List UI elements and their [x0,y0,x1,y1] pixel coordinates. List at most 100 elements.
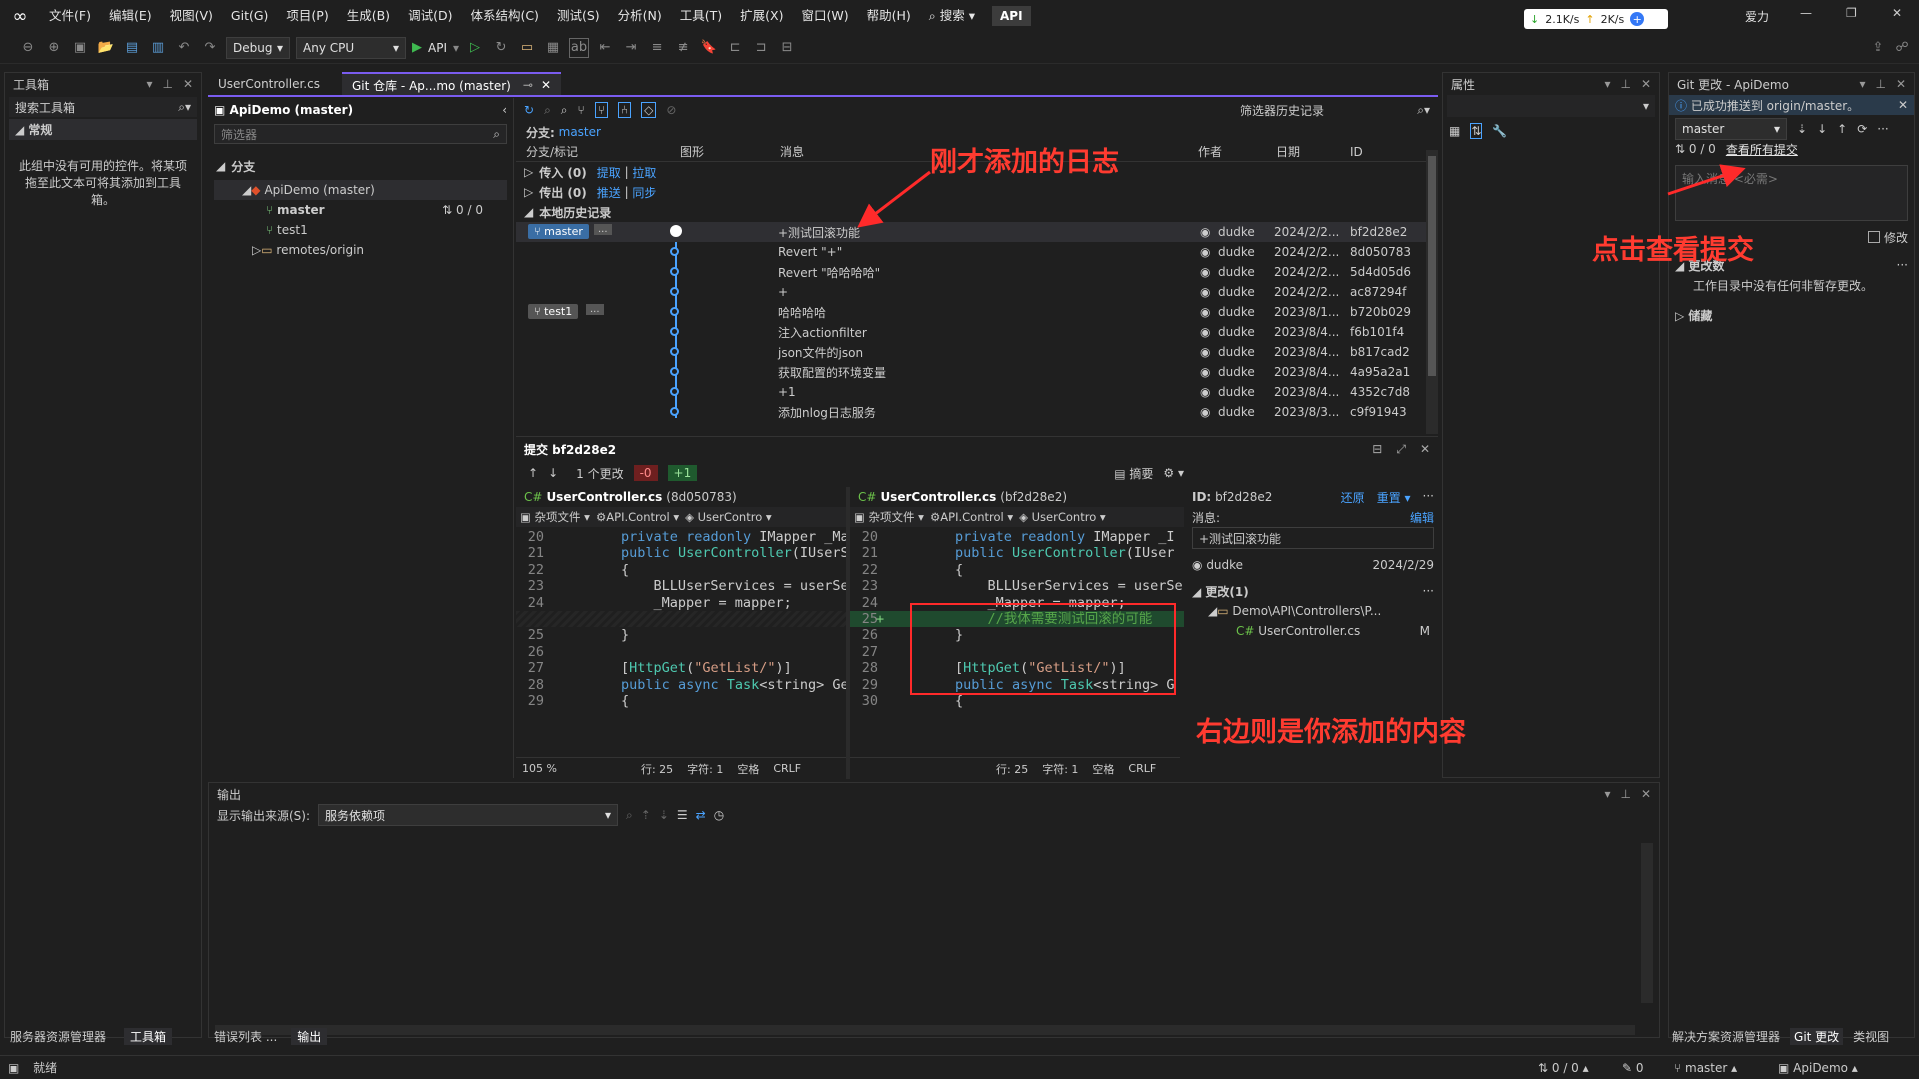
stash-section-header[interactable]: ▷ 储藏 [1669,305,1914,325]
repo-filter-input[interactable]: 筛选器 ⌕ [214,124,507,144]
edit-link[interactable]: 编辑 [1410,509,1434,526]
start-without-debug-icon[interactable]: ▷ [465,38,485,58]
menu-item[interactable]: 体系结构(C) [461,0,547,32]
zoom-level[interactable]: 105 % [522,762,557,775]
menu-item[interactable]: 调试(D) [399,0,461,32]
branch-test1[interactable]: ⑂ test1 [208,220,513,240]
commit-row[interactable]: +1 ◉ dudke 2023/8/4... 4352c7d8 [516,382,1438,402]
close-icon[interactable]: ✕ [1898,98,1908,112]
tab-class-view[interactable]: 类视图 [1849,1028,1893,1045]
more-icon[interactable]: ··· [1897,258,1908,272]
commit-row[interactable]: json文件的json ◉ dudke 2023/8/4... b817cad2 [516,342,1438,362]
summary-button[interactable]: ▤ 摘要 [1114,465,1153,482]
plus-icon[interactable]: + [1630,12,1645,26]
outgoing-row[interactable]: ▷ 传出 (0) 推送 | 同步 [516,182,1438,202]
word-wrap-icon[interactable]: ⇄ [696,808,706,822]
toolbox-search-input[interactable]: 搜索工具箱 ⌕▾ [9,97,197,117]
status-pencil[interactable]: ✎ 0 [1622,1061,1644,1075]
dropdown-icon[interactable]: ▾ [146,77,152,91]
commit-message-input[interactable]: 输入消息 <必需> [1675,165,1908,221]
close-icon[interactable]: ✕ [1641,77,1651,91]
menu-item[interactable]: 帮助(H) [858,0,920,32]
column-graph[interactable]: 图形 [680,143,704,160]
comment-icon[interactable]: ≡ [647,38,667,58]
wrench-icon[interactable]: 🔧 [1492,124,1507,138]
sync-link[interactable]: 同步 [632,184,656,201]
nav-namespace[interactable]: ⚙API.Control ▾ [596,510,679,524]
indent-icon[interactable]: ⇤ [595,38,615,58]
next-change-icon[interactable]: ↓ [548,466,558,480]
merge-toggle-icon[interactable]: ⑃ [617,102,632,118]
tab-server-explorer[interactable]: 服务器资源管理器 [4,1028,112,1045]
tab-toolbox[interactable]: 工具箱 [124,1028,173,1045]
status-repo[interactable]: ▣ ApiDemo ▴ [1778,1061,1858,1075]
forward-icon[interactable]: ⊕ [44,38,64,58]
tab-usercontroller[interactable]: UserController.cs [208,72,330,96]
menu-item[interactable]: 文件(F) [40,0,100,32]
menu-item[interactable]: 项目(P) [277,0,337,32]
layout-icon[interactable]: ▦ [543,38,563,58]
status-sync[interactable]: ⇅ 0 / 0 ▴ [1538,1061,1589,1075]
clock-icon[interactable]: ◷ [714,808,724,822]
search-button[interactable]: ⌕ 搜索 ▾ [920,0,984,32]
outdent-icon[interactable]: ⇥ [621,38,641,58]
platform-select[interactable]: Any CPU ▾ [296,36,406,59]
user-name[interactable]: 爱力 [1745,8,1769,25]
menu-item[interactable]: 生成(B) [338,0,399,32]
status-branch[interactable]: ⑂ master ▴ [1674,1061,1737,1075]
find-icon[interactable]: ⌕ [626,808,633,823]
settings-icon[interactable]: ⚙ ▾ [1163,466,1184,480]
toolbox-group[interactable]: ◢ 常规 [9,119,197,140]
output-scrollbar-v[interactable] [1641,843,1653,1003]
commit-row[interactable]: Revert "+" ◉ dudke 2024/2/2... 8d050783 [516,242,1438,262]
remotes-node[interactable]: ▷ ▭ remotes/origin [208,240,513,260]
output-scrollbar-h[interactable] [215,1025,1635,1035]
back-icon[interactable]: ⊖ [18,38,38,58]
more-tags-icon[interactable]: ... [586,304,604,315]
pull-link[interactable]: 拉取 [632,164,656,181]
fetch-icon[interactable]: ⇣ [1797,122,1807,136]
column-message[interactable]: 消息 [780,143,804,160]
menu-item[interactable]: 测试(S) [548,0,609,32]
dropdown-icon[interactable]: ▾ [1859,77,1865,91]
uncomment-icon[interactable]: ≢ [673,38,693,58]
dropdown-icon[interactable]: ▾ [1604,787,1610,801]
sync-icon[interactable]: ⟳ [1857,122,1867,136]
dock-icon[interactable]: ⊟ [1372,442,1382,457]
nav-class[interactable]: ◈ UserContro ▾ [685,510,772,524]
output-source-select[interactable]: 服务依赖项 ▾ [318,804,619,826]
pin-icon[interactable]: ⊥ [162,77,172,91]
nav-project[interactable]: ▣ 杂项文件 ▾ [520,509,590,525]
push-link[interactable]: 推送 [597,184,621,201]
save-icon[interactable]: ▤ [122,38,142,58]
configuration-select[interactable]: Debug ▾ [226,36,290,59]
branches-header[interactable]: ◢ 分支 [208,156,513,176]
commit-changes-header[interactable]: ◢ 更改(1) ··· [1192,581,1434,601]
menu-item[interactable]: Git(G) [222,0,278,32]
branch-master[interactable]: ⑂ master ⇅ 0 / 0 [208,200,513,220]
commit-row[interactable]: 添加nlog日志服务 ◉ dudke 2023/8/3... c9f91943 [516,402,1438,422]
pin-icon[interactable]: ⊸ [523,78,533,92]
bookmark-icon[interactable]: 🔖 [699,38,719,58]
changed-folder[interactable]: ◢ ▭ Demo\API\Controllers\P... [1192,601,1434,621]
column-id[interactable]: ID [1350,145,1363,159]
bookmark-clear-icon[interactable]: ⊟ [777,38,797,58]
properties-object-select[interactable]: ▾ [1447,95,1655,117]
repo-node[interactable]: ◢ ◆ ApiDemo (master) [214,180,507,200]
categorized-icon[interactable]: ▦ [1449,124,1460,138]
bookmark-prev-icon[interactable]: ⊏ [725,38,745,58]
left-code[interactable]: 20 private readonly IMapper _Ma 21 public… [516,527,846,709]
tab-output[interactable]: 输出 [291,1028,328,1045]
pull-icon[interactable]: ↓ [1817,122,1827,136]
start-icon[interactable]: ▶ [412,40,422,55]
tag-toggle-icon[interactable]: ◇ [641,102,657,118]
commit-message-box[interactable]: +测试回滚功能 [1192,527,1434,549]
push-icon[interactable]: ↑ [1837,122,1847,136]
dropdown-icon[interactable]: ▾ [1604,77,1610,91]
graph-icon[interactable]: ⑂ [578,103,585,117]
revert-link[interactable]: 还原 [1341,489,1365,506]
maximize-icon[interactable]: ⤢ [1396,442,1406,457]
alphabetical-icon[interactable]: ⇅ [1470,123,1483,139]
open-icon[interactable]: 📂 [96,38,116,58]
folder-icon[interactable]: ▭ [517,38,537,58]
